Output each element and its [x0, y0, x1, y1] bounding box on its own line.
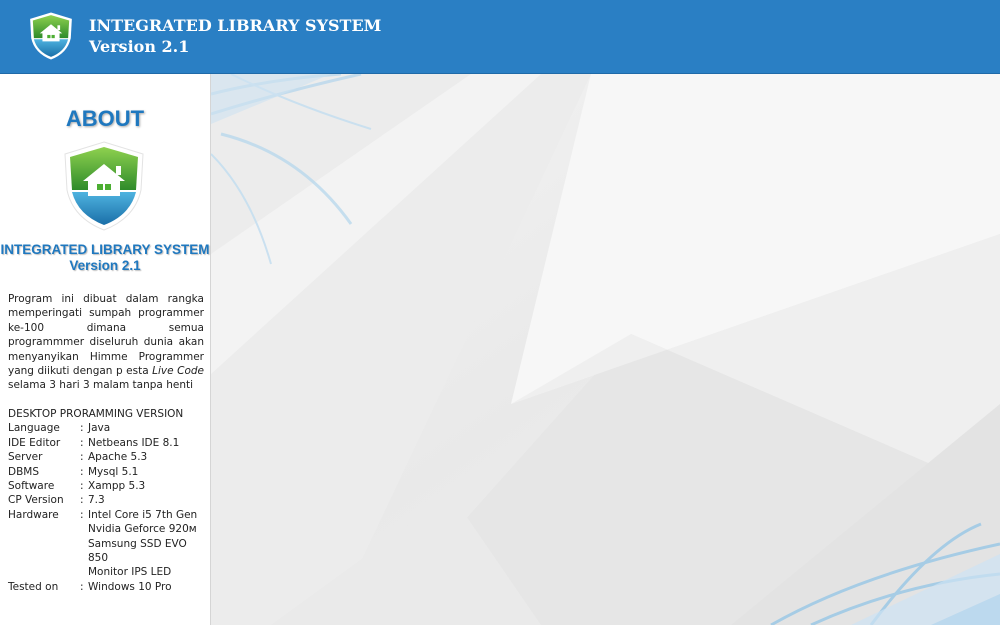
- spec-key: Software: [8, 480, 55, 493]
- spec-value-line: Java: [88, 422, 111, 435]
- header-title-block: INTEGRATED LIBRARY SYSTEM Version 2.1: [89, 15, 381, 57]
- spec-value-line: Xampp 5.3: [88, 480, 146, 493]
- spec-value: 7.3: [88, 493, 208, 507]
- shield-house-icon: [30, 12, 72, 60]
- app-header: INTEGRATED LIBRARY SYSTEM Version 2.1: [0, 0, 1000, 74]
- spec-value-line: Nvidia Geforce 920м: [88, 523, 197, 536]
- spec-value-line: Samsung SSD EVO 850: [88, 537, 187, 565]
- spec-row: DBMS: Mysql 5.1: [8, 465, 208, 479]
- spec-separator: :: [80, 451, 84, 464]
- about-heading: ABOUT: [65, 106, 145, 131]
- spec-separator: :: [80, 480, 84, 493]
- spec-value: Intel Core i5 7th Gen Nvidia Geforce 920м…: [88, 508, 208, 580]
- spec-key: Language: [8, 422, 60, 435]
- about-app-name: INTEGRATED LIBRARY SYSTEM: [0, 242, 210, 257]
- spec-separator: :: [80, 436, 84, 449]
- spec-separator: :: [80, 465, 84, 478]
- app-title: INTEGRATED LIBRARY SYSTEM: [89, 16, 382, 35]
- spec-key: CP Version: [8, 494, 64, 507]
- about-app-version: Version 2.1: [69, 258, 141, 273]
- spec-key: DBMS: [8, 465, 40, 478]
- spec-value: Netbeans IDE 8.1: [88, 436, 208, 450]
- spec-separator: :: [80, 508, 84, 521]
- spec-value-line: Netbeans IDE 8.1: [88, 436, 180, 449]
- spec-separator: :: [80, 422, 84, 435]
- spec-separator: :: [80, 580, 84, 593]
- description-italic: Live Code: [152, 365, 204, 378]
- spec-value-line: Intel Core i5 7th Gen: [88, 508, 198, 521]
- spec-key: Hardware: [8, 508, 59, 521]
- about-app-name-block: INTEGRATED LIBRARY SYSTEM Version 2.1: [0, 242, 210, 274]
- spec-row: Software: Xampp 5.3: [8, 479, 208, 493]
- about-panel: ABOUT INTEGRATED LIBRARY SYSTEM Version …: [0, 74, 211, 625]
- decorative-background: [211, 74, 1000, 625]
- spec-row: CP Version:7.3: [8, 493, 208, 507]
- spec-row: IDE Editor: Netbeans IDE 8.1: [8, 436, 208, 450]
- spec-separator: :: [80, 494, 84, 507]
- spec-key: IDE Editor: [8, 436, 61, 449]
- specs-heading: DESKTOP PRORAMMING VERSION: [8, 408, 184, 420]
- spec-value: Windows 10 Pro: [88, 580, 208, 594]
- spec-value-line: 7.3: [88, 494, 105, 507]
- spec-value: Xampp 5.3: [88, 479, 208, 493]
- spec-key: Tested on: [8, 580, 59, 593]
- spec-value: Mysql 5.1: [88, 465, 208, 479]
- spec-key: Server: [8, 451, 43, 464]
- spec-row: Language: Java: [8, 421, 208, 435]
- description-text-end: selama 3 hari 3 malam tanpa henti: [8, 379, 194, 392]
- spec-row: Tested on: Windows 10 Pro: [8, 580, 208, 594]
- spec-value-line: Apache 5.3: [88, 451, 148, 464]
- spec-value: Java: [88, 421, 208, 435]
- app-version: Version 2.1: [89, 37, 190, 56]
- shield-house-icon: [64, 141, 144, 231]
- specs-list: DESKTOP PRORAMMING VERSION Language: Java…: [8, 407, 208, 594]
- spec-rows: Language: Java IDE Editor: Netbeans IDE 8.1…: [8, 421, 208, 594]
- spec-row: Hardware: Intel Core i5 7th Gen Nvidia Gef…: [8, 508, 208, 580]
- spec-value-line: Mysql 5.1: [88, 465, 139, 478]
- spec-row: Server: Apache 5.3: [8, 450, 208, 464]
- spec-value: Apache 5.3: [88, 450, 208, 464]
- about-description: Program ini dibuat dalam rangka memperin…: [8, 292, 204, 393]
- spec-value-line: Windows 10 Pro: [88, 580, 172, 593]
- main-content-area: [211, 74, 1000, 625]
- spec-value-line: Monitor IPS LED: [88, 566, 172, 579]
